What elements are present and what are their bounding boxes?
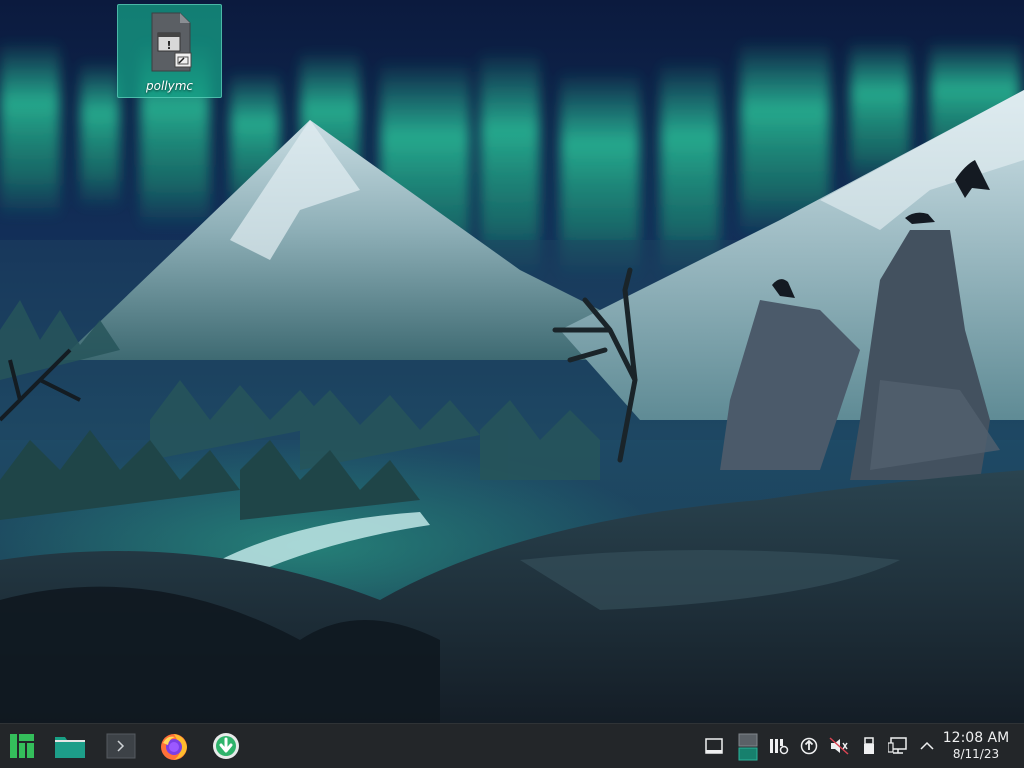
pager-icon	[738, 733, 758, 761]
desktop-icon-pollymc[interactable]: ! pollymc	[117, 4, 222, 98]
desktop-icon-label: pollymc	[145, 79, 193, 93]
taskbar: 12:08 AM 8/11/23	[0, 723, 1024, 768]
expand-tray-icon	[920, 741, 934, 750]
clipboard-settings-icon	[770, 739, 789, 755]
wallpaper-image	[0, 0, 1024, 723]
file-manager-button[interactable]	[52, 724, 88, 768]
clock-date: 8/11/23	[952, 747, 1000, 761]
clock-time: 12:08 AM	[942, 730, 1010, 746]
terminal-icon	[106, 733, 136, 759]
updates-icon	[800, 737, 818, 755]
firefox-icon	[161, 734, 187, 760]
usb-device-tray-button[interactable]	[858, 734, 880, 758]
application-menu-button[interactable]	[6, 724, 38, 768]
virtual-desktop-pager[interactable]	[736, 733, 760, 761]
show-desktop-button[interactable]	[703, 734, 725, 758]
terminal-button[interactable]	[104, 724, 138, 768]
show-desktop-icon	[705, 738, 723, 754]
clipboard-tray-button[interactable]	[768, 734, 790, 758]
firefox-button[interactable]	[156, 724, 192, 768]
expand-tray-button[interactable]	[916, 734, 938, 758]
software-update-button[interactable]	[210, 724, 242, 768]
svg-text:!: !	[166, 39, 171, 52]
volume-tray-button[interactable]	[828, 734, 850, 758]
software-update-icon	[213, 733, 239, 759]
network-tray-button[interactable]	[887, 734, 909, 758]
manjaro-menu-icon	[10, 734, 34, 758]
digital-clock[interactable]: 12:08 AM 8/11/23	[936, 730, 1016, 761]
network-icon	[888, 737, 907, 754]
desktop[interactable]: ! pollymc	[0, 0, 1024, 723]
updates-tray-button[interactable]	[798, 734, 820, 758]
usb-device-icon	[864, 737, 874, 754]
application-file-icon: !	[151, 12, 192, 72]
volume-muted-icon	[829, 737, 849, 755]
file-manager-icon	[55, 737, 85, 758]
